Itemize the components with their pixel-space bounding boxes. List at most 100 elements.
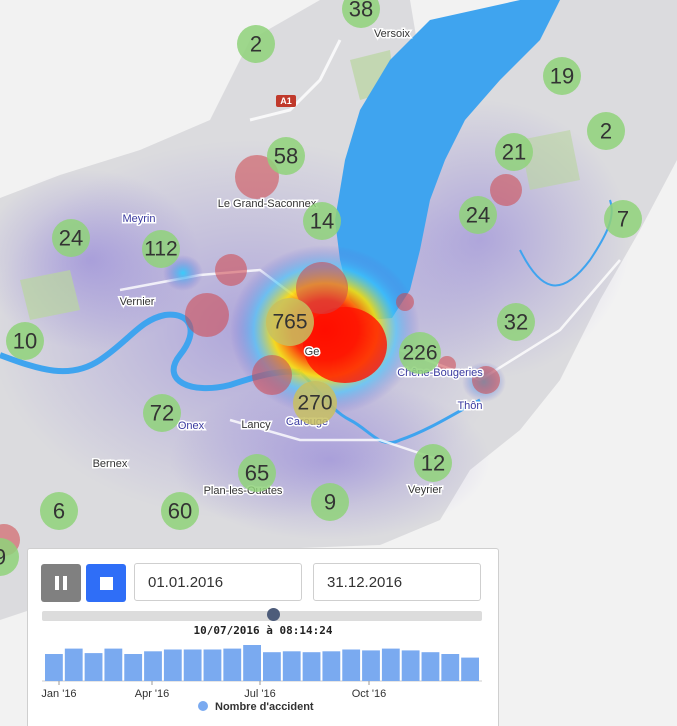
cluster-marker[interactable]: 270 — [293, 381, 337, 425]
chart-bar[interactable] — [362, 650, 380, 681]
cluster-marker[interactable]: 7 — [604, 200, 642, 238]
chart-bar[interactable] — [322, 651, 341, 681]
cluster-marker[interactable]: 21 — [495, 133, 533, 171]
legend-marker — [198, 701, 208, 711]
town-label: Onex — [178, 420, 205, 432]
cluster-count: 32 — [504, 310, 528, 335]
cluster-marker[interactable]: 58 — [267, 137, 305, 175]
chart-bar[interactable] — [243, 645, 261, 681]
cluster-count: 2 — [600, 119, 612, 144]
cluster-marker[interactable]: 112 — [142, 230, 180, 268]
time-slider-track[interactable] — [42, 611, 482, 621]
cluster-marker[interactable]: 60 — [161, 492, 199, 530]
chart-bar[interactable] — [223, 648, 242, 681]
cluster-count: 9 — [0, 545, 6, 570]
chart-bar[interactable] — [64, 648, 83, 681]
accident-histogram: Jan '16 Apr '16 Jul '16 Oct '16 Nombre d'ac… — [41, 645, 482, 713]
cluster-count: 270 — [297, 392, 332, 415]
chart-bar[interactable] — [342, 649, 361, 682]
chart-bar[interactable] — [263, 652, 281, 681]
cluster-marker[interactable]: 32 — [497, 303, 535, 341]
cluster-count: 24 — [59, 226, 83, 251]
cluster-count: 2 — [250, 32, 262, 57]
town-label: Plan-les-Ouates — [204, 485, 283, 497]
town-label: Thôn — [457, 400, 482, 412]
chart-x-ticks: Jan '16 Apr '16 Jul '16 Oct '16 — [41, 681, 386, 700]
stop-icon — [99, 576, 113, 590]
start-date-input[interactable] — [134, 563, 302, 601]
chart-tick-label: Oct '16 — [352, 688, 387, 700]
cluster-marker[interactable]: 14 — [303, 202, 341, 240]
legend-label: Nombre d'accident — [215, 701, 314, 713]
cluster-count: 7 — [617, 207, 629, 232]
heatmap-hotspot — [303, 307, 387, 383]
stop-button[interactable] — [86, 564, 126, 602]
accident-marker[interactable] — [490, 174, 522, 206]
cluster-count: 10 — [13, 329, 37, 354]
chart-bar[interactable] — [104, 648, 123, 681]
chart-bar[interactable] — [183, 649, 202, 682]
chart-bar[interactable] — [84, 653, 103, 681]
cluster-count: 58 — [274, 144, 298, 169]
cluster-marker[interactable]: 226 — [399, 332, 441, 374]
town-label: Ge — [305, 346, 320, 358]
cluster-marker[interactable]: 12 — [414, 444, 452, 482]
cluster-count: 12 — [421, 451, 445, 476]
chart-bar[interactable] — [45, 654, 63, 681]
chart-tick-label: Jan '16 — [41, 688, 76, 700]
chart-bar[interactable] — [421, 652, 440, 681]
town-label: Versoix — [374, 28, 411, 40]
cluster-marker[interactable]: 72 — [143, 394, 181, 432]
cluster-count: 9 — [324, 490, 336, 515]
accident-marker[interactable] — [215, 254, 247, 286]
chart-bar[interactable] — [124, 654, 143, 681]
accident-marker[interactable] — [185, 293, 229, 337]
chart-bar[interactable] — [144, 651, 162, 681]
chart-bars — [45, 645, 479, 681]
cluster-marker[interactable]: 2 — [237, 25, 275, 63]
cluster-count: 60 — [168, 499, 192, 524]
chart-bar[interactable] — [401, 650, 420, 681]
chart-bar[interactable] — [461, 657, 479, 681]
cluster-count: 112 — [144, 238, 177, 261]
pause-icon — [53, 576, 69, 590]
cluster-marker[interactable]: 10 — [6, 322, 44, 360]
cluster-count: 226 — [402, 342, 437, 365]
chart-bar[interactable] — [381, 648, 400, 681]
chart-tick-label: Jul '16 — [244, 688, 275, 700]
accident-marker[interactable] — [396, 293, 414, 311]
town-label: Vernier — [120, 296, 155, 308]
chart-bar[interactable] — [302, 652, 321, 681]
time-slider-handle[interactable] — [267, 608, 280, 621]
accident-marker[interactable] — [252, 355, 292, 395]
cluster-count: 21 — [502, 140, 526, 165]
cluster-marker[interactable]: 19 — [543, 57, 581, 95]
cluster-marker[interactable]: 65 — [238, 454, 276, 492]
cluster-count: 19 — [550, 64, 574, 89]
cluster-marker[interactable]: 24 — [459, 196, 497, 234]
town-label: Veyrier — [408, 484, 443, 496]
cluster-marker[interactable]: 765 — [266, 298, 314, 346]
town-label: Bernex — [93, 458, 128, 470]
cluster-marker[interactable]: 6 — [40, 492, 78, 530]
chart-bar[interactable] — [441, 654, 460, 681]
svg-text:A1: A1 — [280, 96, 292, 106]
cluster-marker[interactable]: 2 — [587, 112, 625, 150]
pause-button[interactable] — [41, 564, 81, 602]
chart-bar[interactable] — [163, 649, 182, 682]
end-date-input[interactable] — [313, 563, 481, 601]
town-label: Le Grand-Saconnex — [218, 198, 317, 210]
cluster-count: 6 — [53, 499, 65, 524]
timeline-panel: 10/07/2016 à 08:14:24 Jan '16Apr '16Jul … — [27, 548, 499, 726]
cluster-count: 24 — [466, 203, 490, 228]
road-shield: A1 — [276, 95, 296, 107]
chart-bar[interactable] — [203, 649, 222, 682]
cluster-marker[interactable]: 24 — [52, 219, 90, 257]
chart-bar[interactable] — [282, 651, 301, 681]
town-label: Meyrin — [122, 213, 155, 225]
cluster-marker[interactable]: 9 — [311, 483, 349, 521]
cluster-count: 65 — [245, 461, 269, 486]
cluster-count: 765 — [272, 311, 307, 334]
chart-tick-label: Apr '16 — [135, 688, 170, 700]
cluster-count: 38 — [349, 0, 373, 22]
